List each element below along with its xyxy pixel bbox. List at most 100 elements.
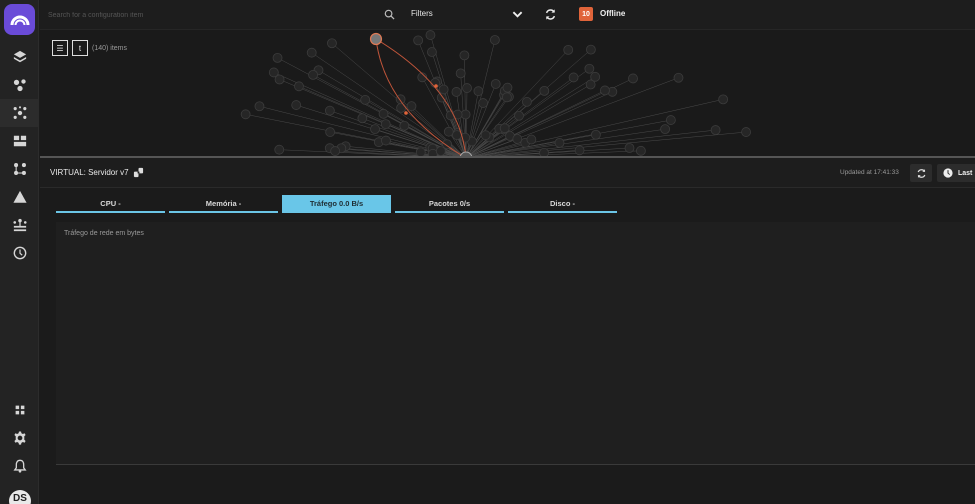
graph-node[interactable] bbox=[370, 124, 380, 135]
list-view-toggle[interactable]: ☰ bbox=[52, 40, 68, 56]
graph-node[interactable] bbox=[554, 137, 565, 148]
graph-node[interactable] bbox=[522, 96, 532, 107]
network-graph[interactable]: ☰ t (140) items bbox=[40, 30, 975, 157]
tab-cpu[interactable]: CPU - bbox=[56, 195, 165, 213]
graph-node[interactable] bbox=[665, 115, 676, 125]
graph-node[interactable] bbox=[380, 119, 391, 130]
graph-node[interactable] bbox=[499, 123, 510, 134]
tree-view-toggle[interactable]: t bbox=[72, 40, 88, 56]
chart-label: Tráfego de rede em bytes bbox=[64, 230, 144, 237]
tab-disk[interactable]: Disco - bbox=[508, 195, 617, 213]
graph-node[interactable] bbox=[539, 85, 550, 96]
graph-node[interactable] bbox=[274, 74, 285, 85]
graph-node[interactable] bbox=[378, 108, 389, 119]
graph-node[interactable] bbox=[585, 44, 596, 55]
sidebar-item-layers[interactable] bbox=[0, 43, 39, 71]
offline-count-badge[interactable]: 10 bbox=[579, 7, 593, 21]
refresh-icon[interactable] bbox=[544, 8, 557, 21]
graph-node[interactable] bbox=[462, 83, 472, 93]
graph-node[interactable] bbox=[438, 84, 449, 95]
graph-node[interactable] bbox=[360, 94, 371, 105]
sidebar-item-settings[interactable] bbox=[0, 424, 39, 452]
graph-node[interactable] bbox=[502, 82, 513, 93]
graph-edge bbox=[277, 57, 465, 157]
graph-node[interactable] bbox=[357, 113, 368, 124]
graph-node[interactable] bbox=[396, 102, 407, 113]
graph-node[interactable] bbox=[254, 101, 265, 112]
graph-node[interactable] bbox=[452, 130, 462, 141]
search-icon[interactable] bbox=[384, 9, 395, 20]
detail-title: VIRTUAL: Servidor v7 bbox=[50, 168, 129, 177]
graph-node[interactable] bbox=[660, 124, 671, 135]
graph-node[interactable] bbox=[574, 145, 585, 156]
graph-node[interactable] bbox=[635, 145, 646, 156]
sidebar-item-apps[interactable] bbox=[0, 396, 39, 424]
graph-node[interactable] bbox=[306, 47, 317, 58]
sidebar-item-nodes[interactable] bbox=[0, 71, 39, 99]
graph-node[interactable] bbox=[443, 126, 454, 137]
filters-dropdown[interactable]: Filters bbox=[411, 9, 433, 18]
graph-node[interactable] bbox=[501, 92, 512, 103]
chevron-down-icon[interactable] bbox=[512, 9, 523, 20]
sidebar-item-topology[interactable] bbox=[0, 211, 39, 239]
sidebar-item-notifications[interactable] bbox=[0, 452, 39, 480]
graph-node[interactable] bbox=[240, 109, 251, 120]
graph-node[interactable] bbox=[710, 125, 721, 135]
graph-node[interactable] bbox=[291, 100, 302, 110]
graph-node[interactable] bbox=[455, 68, 466, 79]
graph-node[interactable] bbox=[381, 135, 391, 146]
sidebar-item-workflow[interactable] bbox=[0, 155, 39, 183]
graph-node[interactable] bbox=[673, 72, 684, 83]
graph-node[interactable] bbox=[406, 101, 417, 112]
graph-node[interactable] bbox=[600, 85, 610, 96]
graph-node[interactable] bbox=[585, 79, 596, 90]
graph-node[interactable] bbox=[514, 110, 524, 121]
graph-canvas[interactable] bbox=[40, 30, 975, 157]
graph-node[interactable] bbox=[480, 130, 491, 141]
sidebar-item-history[interactable] bbox=[0, 239, 39, 267]
graph-node[interactable] bbox=[478, 98, 489, 108]
graph-node[interactable] bbox=[274, 144, 285, 155]
graph-node[interactable] bbox=[741, 127, 751, 137]
graph-node[interactable] bbox=[427, 47, 437, 57]
graph-node[interactable] bbox=[512, 134, 523, 144]
graph-node[interactable] bbox=[272, 52, 283, 63]
graph-node[interactable] bbox=[526, 134, 537, 145]
tab-memory[interactable]: Memória - bbox=[169, 195, 278, 213]
graph-node[interactable] bbox=[490, 79, 501, 89]
graph-node[interactable] bbox=[563, 44, 574, 55]
selected-node[interactable] bbox=[369, 32, 383, 46]
tab-traffic[interactable]: Tráfego 0.0 B/s bbox=[282, 195, 391, 213]
offline-label[interactable]: Offline bbox=[600, 9, 625, 18]
graph-node[interactable] bbox=[324, 105, 335, 116]
graph-node[interactable] bbox=[327, 38, 337, 49]
time-range-label: Last bbox=[958, 169, 973, 177]
graph-node[interactable] bbox=[459, 50, 470, 61]
graph-node[interactable] bbox=[294, 81, 304, 92]
logo[interactable] bbox=[4, 4, 35, 35]
sidebar-item-network[interactable] bbox=[0, 99, 39, 127]
sidebar-item-dashboard[interactable] bbox=[0, 127, 39, 155]
detail-refresh-button[interactable] bbox=[910, 164, 932, 182]
graph-node[interactable] bbox=[425, 30, 436, 40]
graph-node[interactable] bbox=[584, 63, 595, 74]
tab-packets[interactable]: Pacotes 0/s bbox=[395, 195, 504, 213]
graph-node[interactable] bbox=[628, 73, 638, 84]
graph-node[interactable] bbox=[568, 72, 579, 83]
graph-node[interactable] bbox=[330, 146, 341, 156]
time-range-button[interactable]: Last bbox=[937, 164, 975, 182]
graph-node[interactable] bbox=[718, 94, 729, 105]
sidebar-item-alerts[interactable] bbox=[0, 183, 39, 211]
graph-node[interactable] bbox=[473, 86, 484, 97]
graph-node[interactable] bbox=[413, 35, 424, 46]
graph-node[interactable] bbox=[451, 87, 462, 97]
graph-node[interactable] bbox=[308, 69, 318, 80]
search-input[interactable] bbox=[48, 7, 368, 23]
graph-node[interactable] bbox=[590, 129, 601, 140]
avatar[interactable]: DS bbox=[9, 490, 31, 504]
relations-icon[interactable] bbox=[133, 167, 144, 178]
graph-node[interactable] bbox=[624, 143, 635, 153]
graph-node[interactable] bbox=[489, 35, 500, 45]
graph-node[interactable] bbox=[325, 127, 336, 137]
graph-node[interactable] bbox=[399, 120, 410, 131]
